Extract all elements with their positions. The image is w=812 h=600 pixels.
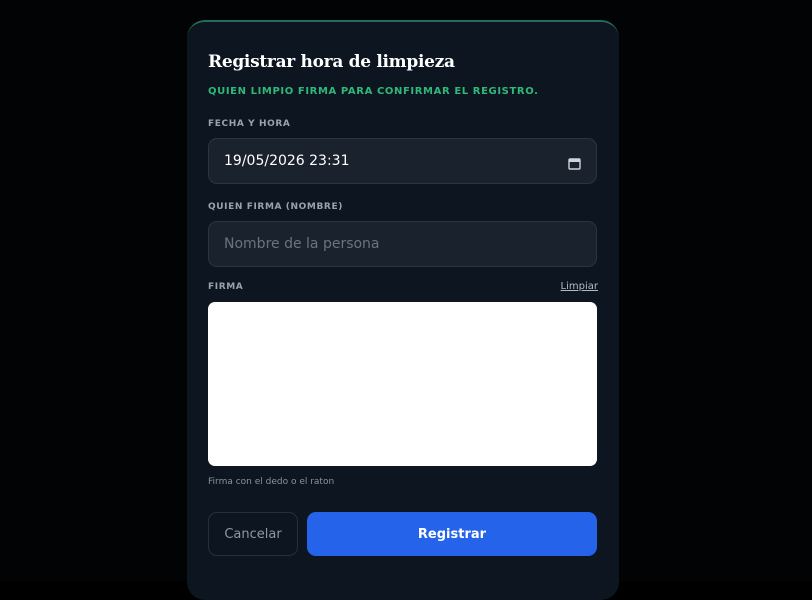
cleaning-log-dialog: Registrar hora de limpieza QUIEN LIMPIO … — [187, 20, 619, 600]
datetime-field[interactable]: 19/05/2026 23:31 — [208, 138, 597, 184]
datetime-value: 19/05/2026 23:31 — [224, 153, 350, 169]
signer-name-label: QUIEN FIRMA (NOMBRE) — [208, 202, 343, 212]
signature-label: FIRMA — [208, 282, 244, 292]
calendar-icon[interactable] — [568, 155, 581, 170]
register-button[interactable]: Registrar — [307, 512, 597, 556]
signature-pad[interactable] — [208, 302, 597, 466]
dialog-title: Registrar hora de limpieza — [208, 52, 455, 72]
datetime-label: FECHA Y HORA — [208, 119, 291, 129]
signature-hint: Firma con el dedo o el raton — [208, 477, 335, 487]
signer-name-field[interactable] — [208, 221, 597, 267]
cancel-button[interactable]: Cancelar — [208, 512, 298, 556]
dialog-subtitle: QUIEN LIMPIO FIRMA PARA CONFIRMAR EL REG… — [208, 86, 539, 97]
signer-name-input[interactable] — [224, 236, 581, 252]
clear-signature-link[interactable]: Limpiar — [561, 281, 598, 292]
